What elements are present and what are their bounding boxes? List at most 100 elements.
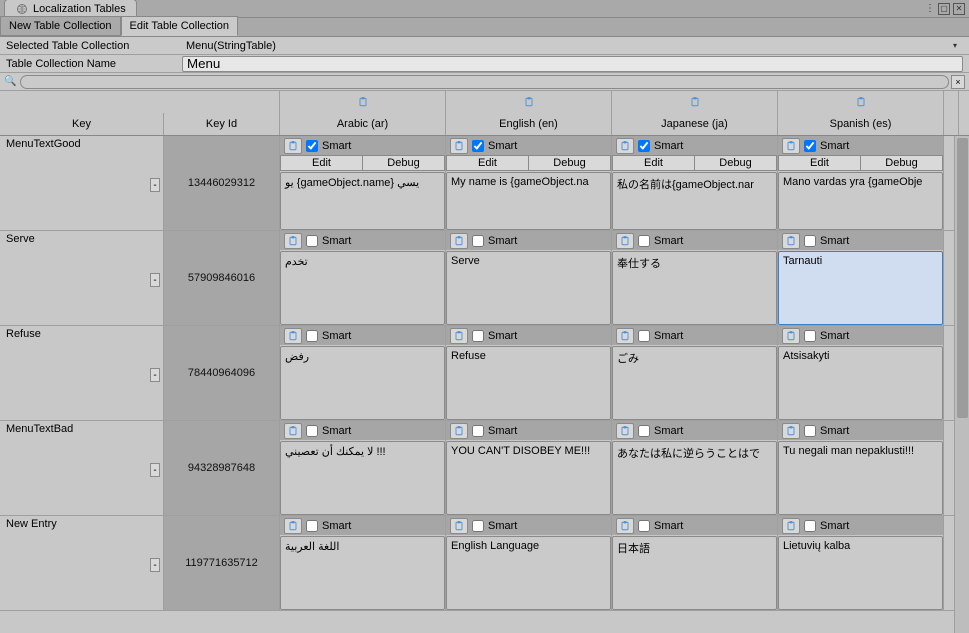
- scrollbar-thumb[interactable]: [957, 138, 968, 418]
- translation-text[interactable]: Lietuvių kalba: [778, 536, 943, 610]
- key-cell[interactable]: Refuse-: [0, 326, 164, 420]
- debug-button[interactable]: Debug: [363, 155, 445, 171]
- metadata-button[interactable]: [616, 233, 634, 249]
- metadata-button[interactable]: [782, 518, 800, 534]
- translation-text[interactable]: Refuse: [446, 346, 611, 420]
- header-key-id[interactable]: Key Id: [164, 113, 280, 135]
- edit-button[interactable]: Edit: [778, 155, 861, 171]
- selected-collection-dropdown[interactable]: Menu(StringTable) ▾: [182, 38, 963, 54]
- translation-text[interactable]: My name is {gameObject.na: [446, 172, 611, 230]
- header-lang-icon-ar[interactable]: [280, 91, 446, 113]
- translation-text[interactable]: Tu negali man nepaklusti!!!: [778, 441, 943, 515]
- debug-button[interactable]: Debug: [529, 155, 611, 171]
- header-key[interactable]: Key: [0, 113, 164, 135]
- metadata-button[interactable]: [782, 328, 800, 344]
- header-lang-icon-en[interactable]: [446, 91, 612, 113]
- translation-text[interactable]: Serve: [446, 251, 611, 325]
- translation-text[interactable]: あなたは私に逆らうことはで: [612, 441, 777, 515]
- tab-edit-collection[interactable]: Edit Table Collection: [121, 16, 238, 36]
- smart-checkbox[interactable]: [804, 425, 816, 437]
- smart-checkbox[interactable]: [306, 520, 318, 532]
- vertical-scrollbar[interactable]: [954, 136, 969, 633]
- metadata-button[interactable]: [616, 423, 634, 439]
- translation-text[interactable]: لا يمكنك أن تعصيني !!!: [280, 441, 445, 515]
- metadata-button[interactable]: [450, 233, 468, 249]
- smart-checkbox[interactable]: [638, 235, 650, 247]
- translation-text[interactable]: اللغة العربية: [280, 536, 445, 610]
- search-clear-button[interactable]: ×: [951, 75, 965, 89]
- translation-text[interactable]: 奉仕する: [612, 251, 777, 325]
- metadata-button[interactable]: [782, 233, 800, 249]
- smart-checkbox[interactable]: [638, 330, 650, 342]
- translation-text[interactable]: Mano vardas yra {gameObje: [778, 172, 943, 230]
- smart-checkbox[interactable]: [472, 330, 484, 342]
- header-lang-es[interactable]: Spanish (es): [778, 113, 944, 135]
- metadata-button[interactable]: [782, 423, 800, 439]
- header-lang-icon-ja[interactable]: [612, 91, 778, 113]
- remove-entry-button[interactable]: -: [150, 368, 160, 382]
- metadata-button[interactable]: [782, 138, 800, 154]
- smart-checkbox[interactable]: [306, 140, 318, 152]
- edit-button[interactable]: Edit: [612, 155, 695, 171]
- metadata-button[interactable]: [284, 233, 302, 249]
- smart-checkbox[interactable]: [472, 520, 484, 532]
- translation-text[interactable]: 日本語: [612, 536, 777, 610]
- translation-text[interactable]: English Language: [446, 536, 611, 610]
- window-close-icon[interactable]: ✕: [953, 3, 965, 15]
- remove-entry-button[interactable]: -: [150, 178, 160, 192]
- remove-entry-button[interactable]: -: [150, 273, 160, 287]
- metadata-button[interactable]: [450, 423, 468, 439]
- smart-checkbox[interactable]: [306, 235, 318, 247]
- edit-button[interactable]: Edit: [446, 155, 529, 171]
- metadata-button[interactable]: [616, 328, 634, 344]
- metadata-button[interactable]: [616, 138, 634, 154]
- metadata-button[interactable]: [284, 423, 302, 439]
- metadata-button[interactable]: [284, 328, 302, 344]
- metadata-button[interactable]: [450, 138, 468, 154]
- smart-checkbox[interactable]: [472, 235, 484, 247]
- smart-checkbox[interactable]: [804, 330, 816, 342]
- remove-entry-button[interactable]: -: [150, 558, 160, 572]
- smart-checkbox[interactable]: [804, 140, 816, 152]
- translation-text[interactable]: Atsisakyti: [778, 346, 943, 420]
- header-lang-ja[interactable]: Japanese (ja): [612, 113, 778, 135]
- header-lang-icon-es[interactable]: [778, 91, 944, 113]
- translation-text[interactable]: رفض: [280, 346, 445, 420]
- metadata-button[interactable]: [616, 518, 634, 534]
- window-maximize-icon[interactable]: ▢: [938, 3, 950, 15]
- smart-checkbox[interactable]: [804, 520, 816, 532]
- smart-checkbox[interactable]: [638, 425, 650, 437]
- metadata-button[interactable]: [450, 518, 468, 534]
- key-cell[interactable]: Serve-: [0, 231, 164, 325]
- key-cell[interactable]: MenuTextGood-: [0, 136, 164, 230]
- header-lang-en[interactable]: English (en): [446, 113, 612, 135]
- edit-button[interactable]: Edit: [280, 155, 363, 171]
- metadata-button[interactable]: [450, 328, 468, 344]
- smart-checkbox[interactable]: [804, 235, 816, 247]
- translation-text[interactable]: تخدم: [280, 251, 445, 325]
- window-menu-icon[interactable]: ⋮: [925, 3, 935, 14]
- debug-button[interactable]: Debug: [861, 155, 943, 171]
- clipboard-icon: [784, 424, 798, 438]
- key-cell[interactable]: MenuTextBad-: [0, 421, 164, 515]
- translation-text[interactable]: Tarnauti: [778, 251, 943, 325]
- smart-checkbox[interactable]: [472, 425, 484, 437]
- header-lang-ar[interactable]: Arabic (ar): [280, 113, 446, 135]
- key-cell[interactable]: New Entry-: [0, 516, 164, 610]
- translation-text[interactable]: ごみ: [612, 346, 777, 420]
- debug-button[interactable]: Debug: [695, 155, 777, 171]
- metadata-button[interactable]: [284, 518, 302, 534]
- metadata-button[interactable]: [284, 138, 302, 154]
- remove-entry-button[interactable]: -: [150, 463, 160, 477]
- smart-checkbox[interactable]: [472, 140, 484, 152]
- smart-checkbox[interactable]: [306, 425, 318, 437]
- translation-text[interactable]: 私の名前は{gameObject.nar: [612, 172, 777, 230]
- translation-text[interactable]: YOU CAN'T DISOBEY ME!!!: [446, 441, 611, 515]
- smart-checkbox[interactable]: [638, 140, 650, 152]
- translation-text[interactable]: يو {gameObject.name} يسي: [280, 172, 445, 230]
- smart-checkbox[interactable]: [638, 520, 650, 532]
- tab-new-collection[interactable]: New Table Collection: [0, 16, 121, 36]
- collection-name-input[interactable]: [182, 56, 963, 72]
- smart-checkbox[interactable]: [306, 330, 318, 342]
- search-input[interactable]: [20, 75, 949, 89]
